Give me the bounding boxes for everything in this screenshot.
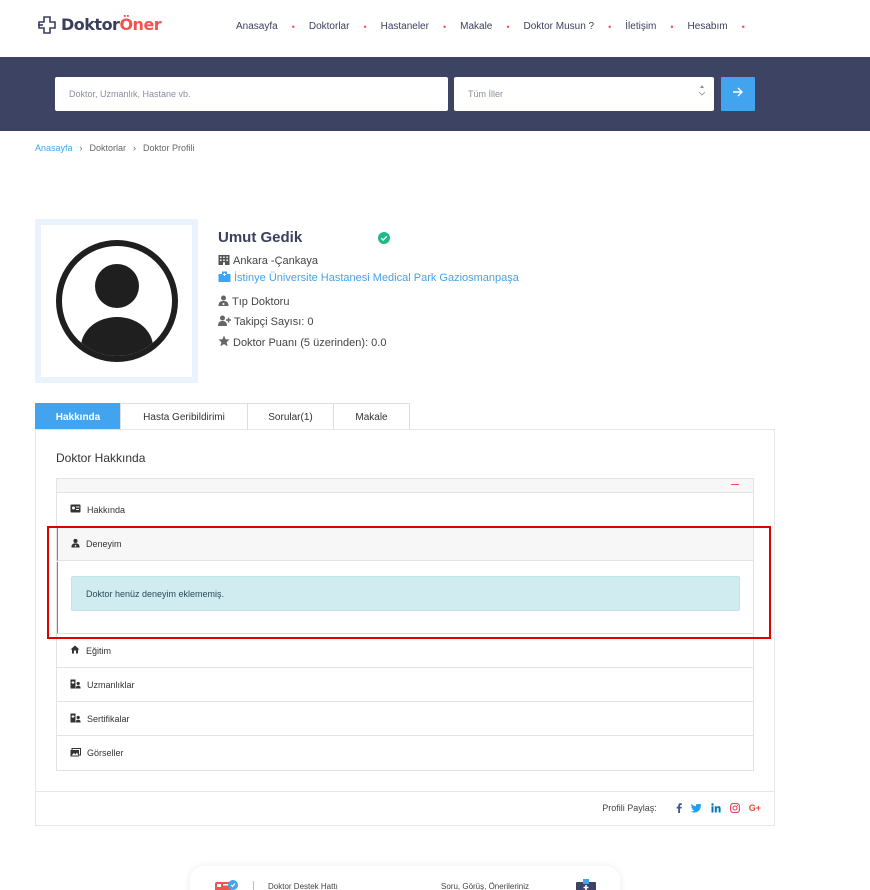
nav-articles[interactable]: Makale	[460, 21, 492, 32]
nav-separator: •	[291, 21, 295, 32]
hospital-link[interactable]: İstinye Üniversite Hastanesi Medical Par…	[234, 272, 519, 284]
accordion-label: Eğitim	[86, 645, 112, 656]
accordion-item-certificates[interactable]: Sertifikalar	[57, 702, 753, 736]
collapse-icon[interactable]	[731, 484, 739, 485]
divider	[36, 791, 774, 792]
experience-empty-alert: Doktor henüz deneyim eklememiş.	[71, 576, 740, 611]
doctor-followers: Takipçi Sayısı: 0	[218, 315, 313, 329]
support-line-text[interactable]: Doktor Destek Hattı	[268, 882, 338, 890]
breadcrumb-current: Doktor Profili	[143, 143, 195, 153]
about-title: Doktor Hakkında	[56, 451, 146, 465]
divider	[253, 881, 254, 890]
chevron-right-icon: ›	[133, 143, 137, 153]
star-icon	[218, 335, 233, 350]
accordion-label: Deneyim	[86, 538, 122, 549]
nav-separator: •	[506, 21, 510, 32]
accordion-header-bar	[57, 479, 753, 493]
accordion-label: Görseller	[87, 748, 124, 758]
search-button[interactable]	[721, 77, 755, 111]
accordion-item-education[interactable]: Eğitim	[57, 634, 753, 668]
images-icon	[70, 747, 87, 759]
accordion-item-images[interactable]: Görseller	[57, 736, 753, 770]
avatar	[41, 225, 192, 377]
search-bar: Tüm İller	[0, 57, 870, 131]
site-logo[interactable]: Doktor Öner	[37, 15, 162, 34]
nav-are-you-doctor[interactable]: Doktor Musun ?	[524, 21, 595, 32]
nav-separator: •	[442, 21, 447, 32]
twitter-icon[interactable]	[690, 803, 702, 813]
logo-text-oner: Öner	[119, 15, 162, 34]
nav-home[interactable]: Anasayfa	[236, 21, 278, 32]
google-plus-icon[interactable]: G+	[749, 803, 761, 813]
tab-patient-feedback[interactable]: Hasta Geribildirimi	[120, 403, 248, 430]
about-card: Doktor Hakkında Hakkında Deneyim Doktor …	[35, 429, 775, 826]
hospital-icon	[573, 879, 599, 890]
facebook-icon[interactable]	[676, 803, 682, 813]
hospital-user-icon	[70, 713, 87, 725]
nav-account[interactable]: Hesabım	[688, 21, 728, 32]
about-accordion: Hakkında Deneyim Doktor henüz deneyim ek…	[56, 478, 754, 771]
id-card-icon	[70, 504, 87, 515]
chevron-right-icon: ›	[79, 143, 83, 153]
doctor-specialty: Tıp Doktoru	[218, 295, 289, 309]
main-nav: Anasayfa • Doktorlar • Hastaneler • Maka…	[236, 21, 759, 32]
site-header: Doktor Öner Anasayfa • Doktorlar • Hasta…	[0, 0, 870, 57]
nav-separator: •	[608, 21, 612, 32]
accordion-label: Sertifikalar	[87, 713, 130, 724]
support-icon	[214, 879, 238, 890]
doctor-name: Umut Gedik	[218, 229, 303, 246]
accordion-item-specialties[interactable]: Uzmanlıklar	[57, 668, 753, 702]
avatar-frame	[35, 219, 198, 383]
user-md-icon	[71, 538, 86, 550]
search-input[interactable]	[55, 77, 448, 111]
accordion-label: Uzmanlıklar	[87, 679, 135, 690]
nav-contact[interactable]: İletişim	[625, 21, 656, 32]
logo-text-doktor: Doktor	[61, 15, 120, 34]
rating-text: Doktor Puanı (5 üzerinden): 0.0	[233, 336, 387, 349]
hospital-user-icon	[70, 679, 87, 691]
share-profile: Profili Paylaş: G+	[602, 803, 761, 813]
user-plus-icon	[218, 315, 234, 329]
specialty-text: Tıp Doktoru	[232, 296, 290, 308]
experience-panel: Doktor henüz deneyim eklememiş.	[57, 562, 753, 634]
arrow-right-icon	[732, 85, 744, 103]
instagram-icon[interactable]	[729, 803, 740, 813]
nav-separator: •	[363, 21, 367, 32]
accordion-label: Hakkında	[87, 504, 126, 515]
city-select-value: Tüm İller	[468, 89, 504, 99]
breadcrumb-doctors[interactable]: Doktorlar	[90, 143, 127, 153]
tab-articles[interactable]: Makale	[333, 403, 410, 430]
nav-separator: •	[670, 21, 674, 32]
accordion-item-about[interactable]: Hakkında	[57, 493, 753, 527]
profile-tabs: Hakkında Hasta Geribildirimi Sorular(1) …	[35, 403, 410, 430]
location-text: Ankara -Çankaya	[233, 255, 318, 267]
chevron-down-icon	[698, 84, 706, 100]
followers-text: Takipçi Sayısı: 0	[234, 316, 314, 328]
medical-cross-icon	[37, 15, 59, 34]
home-icon	[70, 645, 86, 656]
doctor-rating: Doktor Puanı (5 üzerinden): 0.0	[218, 335, 386, 350]
footer-contact-bar: Doktor Destek Hattı Soru, Görüş, Önerile…	[190, 866, 620, 890]
doctor-location: Ankara -Çankaya	[218, 254, 318, 268]
city-select[interactable]: Tüm İller	[454, 77, 714, 111]
user-avatar-icon	[55, 240, 178, 362]
nav-separator: •	[741, 21, 745, 32]
doctor-hospital: İstinye Üniversite Hastanesi Medical Par…	[218, 271, 519, 285]
linkedin-icon[interactable]	[711, 803, 721, 813]
tab-questions[interactable]: Sorular(1)	[247, 403, 334, 430]
building-icon	[218, 254, 233, 268]
nav-hospitals[interactable]: Hastaneler	[381, 21, 429, 32]
accordion-item-experience[interactable]: Deneyim	[57, 527, 753, 561]
tab-about[interactable]: Hakkında	[35, 403, 121, 430]
feedback-text[interactable]: Soru, Görüş, Önerileriniz	[441, 882, 529, 890]
share-label: Profili Paylaş:	[602, 803, 657, 813]
hospital-icon	[218, 271, 234, 285]
breadcrumb: Anasayfa › Doktorlar › Doktor Profili	[35, 143, 195, 153]
user-md-icon	[218, 295, 232, 309]
nav-doctors[interactable]: Doktorlar	[309, 21, 350, 32]
verified-check-icon	[378, 231, 390, 249]
breadcrumb-home[interactable]: Anasayfa	[35, 143, 73, 153]
